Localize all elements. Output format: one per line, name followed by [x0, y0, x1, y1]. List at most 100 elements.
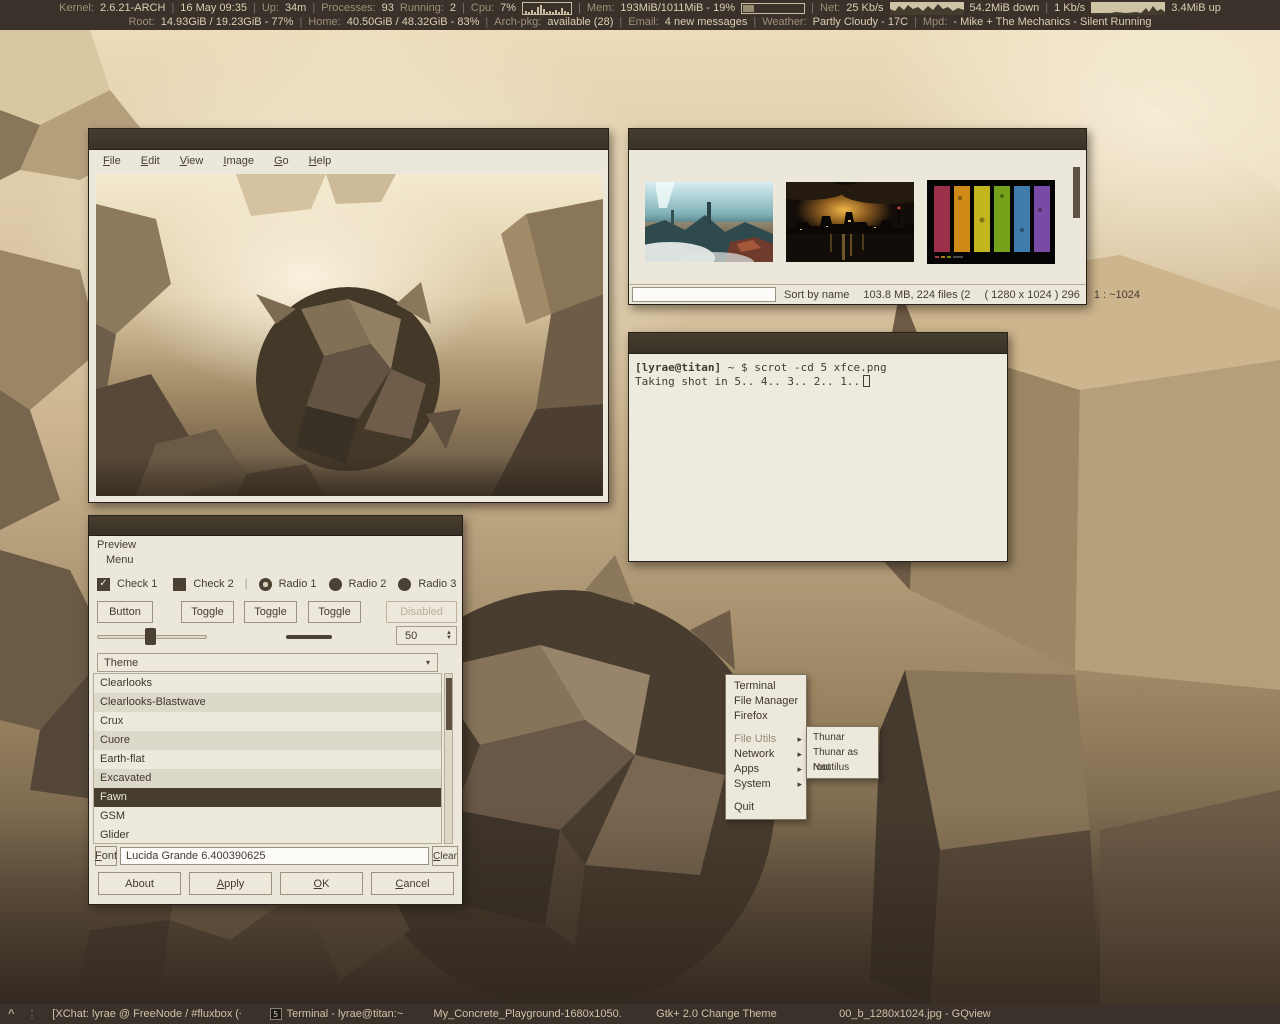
menu-go[interactable]: Go [264, 152, 299, 170]
terminal-titlebar[interactable] [629, 333, 1007, 354]
thumbnail-color-panels[interactable] [927, 180, 1055, 264]
theme-list-item[interactable]: Crux [94, 712, 441, 731]
preview-controls-row: ✓ Check 1 Check 2 | Radio 1 Radio 2 Radi… [97, 576, 456, 592]
menu-item-network[interactable]: Network▸ [726, 747, 806, 762]
clear-button[interactable]: Clear [432, 846, 458, 866]
menu-item-system[interactable]: System▸ [726, 777, 806, 792]
image-viewer-titlebar[interactable] [89, 129, 608, 150]
theme-list-item[interactable]: GSM [94, 807, 441, 826]
separator: | [253, 2, 256, 14]
toggle-button-3[interactable]: Toggle [308, 601, 361, 623]
task-title: My_Concrete_Playground-1680x1050.jpg [433, 1008, 621, 1020]
submenu-arrow-icon: ▸ [797, 762, 802, 777]
menu-file[interactable]: File [93, 152, 131, 170]
theme-list: Clearlooks Clearlooks-Blastwave Crux Cuo… [93, 673, 442, 844]
menu-item-file-manager[interactable]: File Manager [726, 694, 806, 709]
scrollbar-thumb[interactable] [446, 678, 452, 730]
menu-image[interactable]: Image [213, 152, 264, 170]
radio3-label: Radio 3 [418, 578, 456, 590]
combo-value: Theme [98, 657, 138, 669]
menu-item-label: System [734, 778, 771, 790]
home-fs-label: Home: [308, 16, 340, 28]
theme-list-item-selected[interactable]: Fawn [94, 788, 441, 807]
preview-button[interactable]: Button [97, 601, 153, 623]
task-gqview[interactable]: 00_b_1280x1024.jpg - GQview [811, 1008, 1001, 1020]
gqview-browser-titlebar[interactable] [629, 129, 1086, 150]
filter-input[interactable] [632, 287, 776, 302]
menu-item-quit[interactable]: Quit [726, 800, 806, 815]
theme-list-item[interactable]: Clearlooks [94, 674, 441, 693]
spinbutton[interactable]: 50 ▲▼ [396, 626, 457, 645]
radio-unselected[interactable] [398, 578, 411, 591]
theme-list-item[interactable]: Cuore [94, 731, 441, 750]
theme-combobox[interactable]: Theme ▾ [97, 653, 438, 672]
task-xchat[interactable]: ✕ [XChat: lyrae @ FreeNode / #fluxbox (+… [51, 1008, 241, 1020]
terminal-content[interactable]: [lyrae@titan] ~ $ scrot -cd 5 xfce.pngTa… [629, 354, 1007, 561]
thumbnail-sky-towers[interactable] [645, 182, 773, 262]
net-up-graph [1091, 2, 1165, 15]
memory-bar [741, 3, 805, 14]
checkbox-checked[interactable]: ✓ [97, 578, 110, 591]
gqview-browser-window: Sort by name 103.8 MB, 224 files (2 ( 12… [628, 128, 1087, 305]
spin-arrows[interactable]: ▲▼ [446, 631, 456, 641]
theme-switcher-window: Preview Menu ✓ Check 1 Check 2 | Radio 1… [88, 515, 463, 905]
terminal-command: $ scrot -cd 5 xfce.png [741, 361, 887, 374]
apply-button[interactable]: Apply [189, 872, 272, 895]
theme-switcher-titlebar[interactable] [89, 516, 462, 536]
terminal-window: [lyrae@titan] ~ $ scrot -cd 5 xfce.pngTa… [628, 332, 1008, 562]
ok-button[interactable]: OK [280, 872, 363, 895]
chevron-down-icon: ▾ [426, 658, 430, 667]
theme-list-item[interactable]: Excavated [94, 769, 441, 788]
radio-unselected[interactable] [329, 578, 342, 591]
checkbox-unchecked[interactable] [173, 578, 186, 591]
theme-list-item[interactable]: Clearlooks-Blastwave [94, 693, 441, 712]
separator: | [914, 16, 917, 28]
theme-list-scrollbar[interactable] [444, 673, 453, 844]
menu-item-apps[interactable]: Apps▸ [726, 762, 806, 777]
preview-frame-label: Preview [97, 539, 136, 551]
cancel-button[interactable]: Cancel [371, 872, 454, 895]
vertical-separator: | [245, 578, 248, 590]
slider-handle[interactable] [145, 628, 156, 645]
status-bar: Kernel: 2.6.21-ARCH | 16 May 09:35 | Up:… [0, 0, 1280, 30]
sort-mode[interactable]: Sort by name [784, 289, 849, 301]
radio-selected[interactable] [259, 578, 272, 591]
root-fs-value: 14.93GiB / 19.23GiB - 77% [161, 16, 294, 28]
radio-dot-icon [263, 582, 268, 587]
font-value-field[interactable]: Lucida Grande 6.400390625 [120, 847, 429, 865]
terminal-prompt: [lyrae@titan] [635, 361, 721, 374]
menu-help[interactable]: Help [299, 152, 342, 170]
theme-list-item[interactable]: Glider [94, 826, 441, 844]
check2-label: Check 2 [193, 578, 233, 590]
separator: | [578, 2, 581, 14]
submenu-item-thunar[interactable]: Thunar [807, 730, 878, 745]
task-image-viewer[interactable]: My_Concrete_Playground-1680x1050.jpg [431, 1008, 621, 1020]
task-gtk-theme-switch[interactable]: Gtk+ 2.0 Change Theme [621, 1008, 811, 1020]
theme-list-item[interactable]: Earth-flat [94, 750, 441, 769]
preview-menu-item[interactable]: Menu [106, 554, 134, 566]
chevron-up-icon[interactable]: ^ [8, 1008, 14, 1020]
menu-view[interactable]: View [170, 152, 214, 170]
spin-value: 50 [397, 630, 417, 642]
menu-item-file-utils[interactable]: File Utils▸ [726, 732, 806, 747]
separator: | [312, 2, 315, 14]
menu-item-firefox[interactable]: Firefox [726, 709, 806, 724]
task-terminal[interactable]: 5 Terminal - lyrae@titan:~ [241, 1008, 431, 1020]
grip-icon[interactable]: ⋮ [26, 1008, 37, 1021]
submenu-item-nautilus[interactable]: Nautilus [807, 760, 878, 775]
task-title: Terminal - lyrae@titan:~ [287, 1008, 404, 1020]
thumbnail-night-city[interactable] [786, 182, 914, 262]
browser-scrollbar-thumb[interactable] [1073, 167, 1080, 218]
menu-item-terminal[interactable]: Terminal [726, 679, 806, 694]
toggle-button-2[interactable]: Toggle [244, 601, 297, 623]
viewed-image-concrete-playground[interactable] [96, 174, 603, 496]
submenu-item-thunar-as-root[interactable]: Thunar as root [807, 745, 878, 760]
font-button[interactable]: Font [95, 846, 117, 866]
about-button[interactable]: About [98, 872, 181, 895]
menu-edit[interactable]: Edit [131, 152, 170, 170]
status-line-2: Root: 14.93GiB / 19.23GiB - 77% | Home: … [0, 15, 1280, 29]
status-line-1: Kernel: 2.6.21-ARCH | 16 May 09:35 | Up:… [0, 1, 1280, 15]
toggle-button-1[interactable]: Toggle [181, 601, 234, 623]
zoom-ratio: 1 : ~1024 [1094, 289, 1140, 301]
spin-down-icon[interactable]: ▼ [446, 636, 452, 641]
